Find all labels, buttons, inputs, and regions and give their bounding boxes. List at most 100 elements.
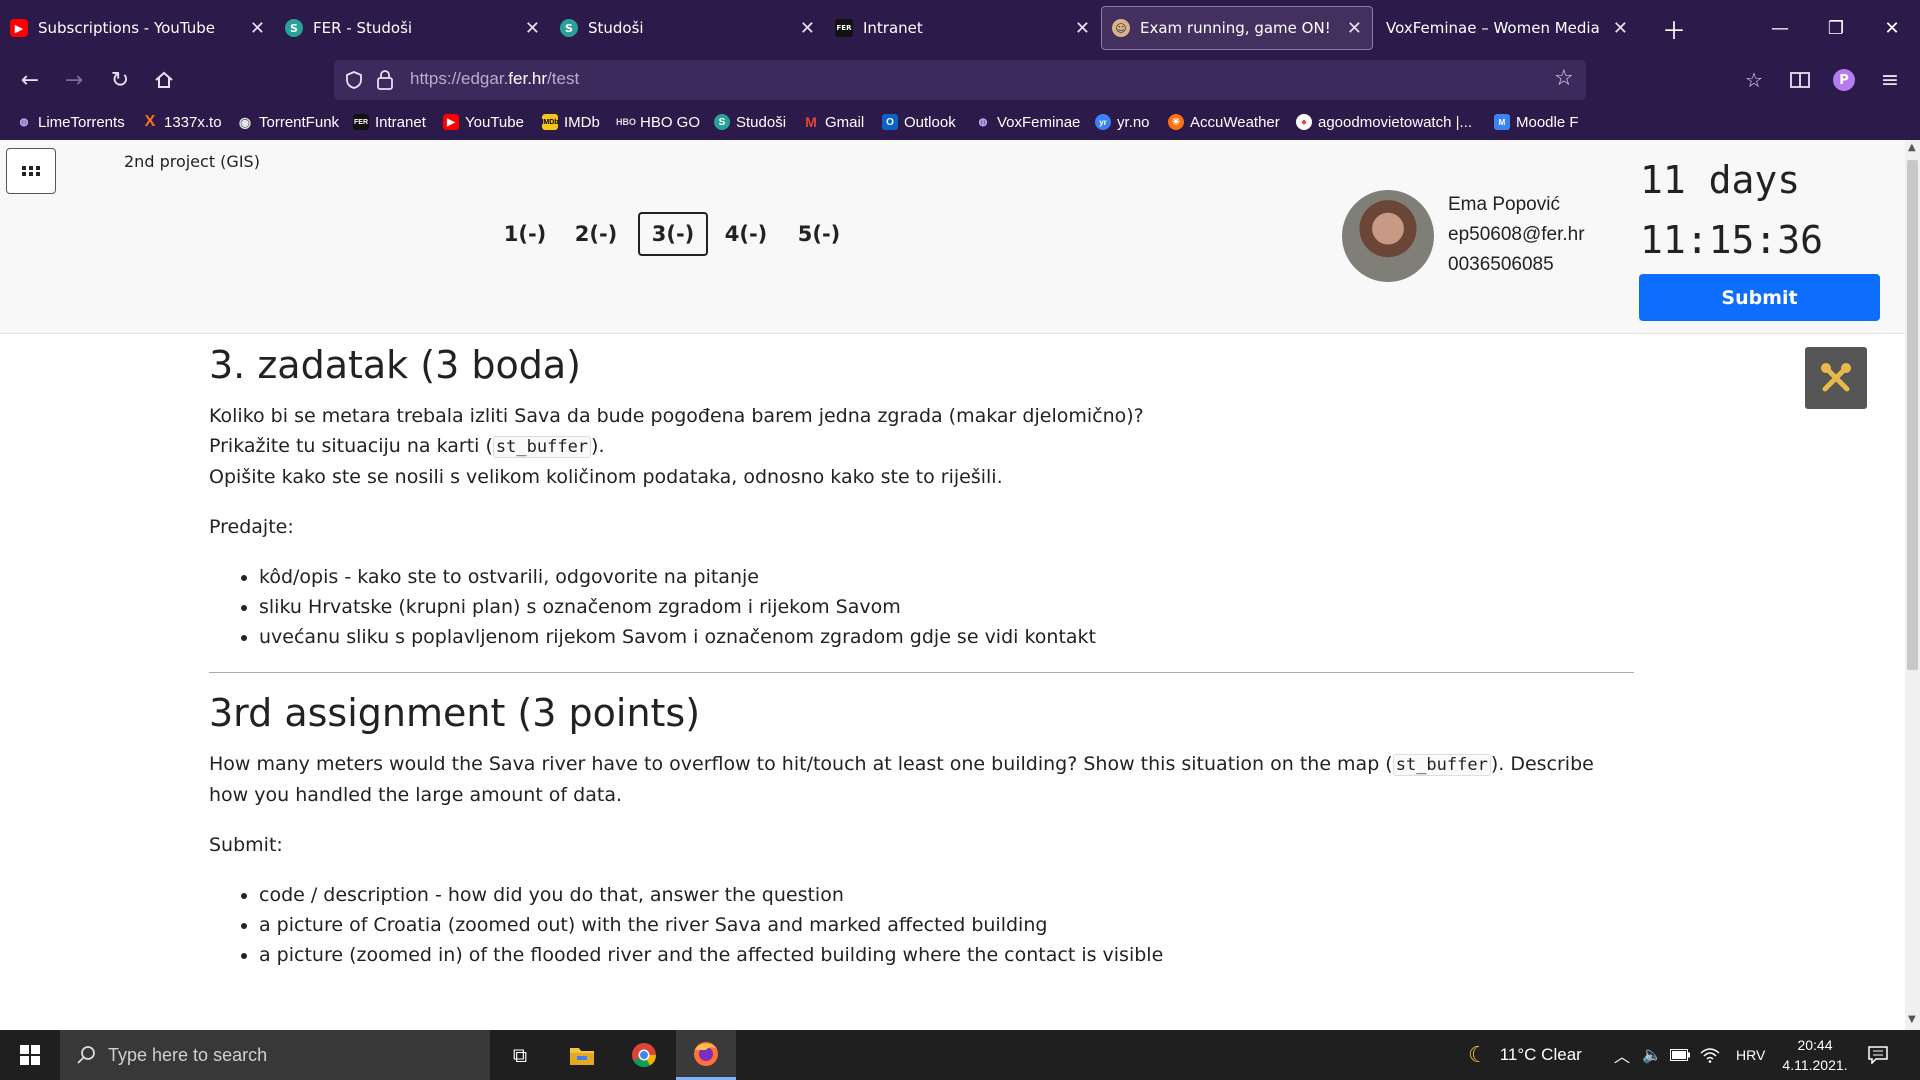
fer-icon: FER (835, 19, 853, 37)
scroll-down-icon[interactable]: ▼ (1908, 1014, 1916, 1025)
bookmark-moodle[interactable]: M Moodle F (1494, 110, 1579, 134)
question-3-button[interactable]: 3(-) (638, 212, 708, 256)
pocket-icon[interactable]: ☆ (1738, 64, 1770, 96)
question-4-button[interactable]: 4(-) (711, 212, 781, 256)
bookmark-voxfeminae[interactable]: ◍ VoxFeminae (975, 110, 1081, 134)
clock[interactable]: 20:44 4.11.2021. (1778, 1030, 1852, 1080)
gmail-icon: M (805, 114, 817, 130)
tab-title: Subscriptions - YouTube (38, 19, 215, 37)
tab-title: FER - Studoši (313, 19, 413, 37)
submit-label-en: Submit: (209, 834, 283, 856)
weather-widget[interactable]: ☾ 11°C Clear (1468, 1030, 1582, 1080)
bookmark-youtube[interactable]: ▶ YouTube (443, 110, 524, 134)
back-button[interactable]: ← (14, 64, 46, 96)
divider (209, 672, 1634, 673)
bookmark-gmail[interactable]: M Gmail (803, 110, 864, 134)
x-icon: X (144, 113, 156, 130)
apps-menu-button[interactable] (6, 148, 56, 194)
bookmark-1337x[interactable]: X 1337x.to (142, 110, 222, 134)
reload-button[interactable]: ↻ (104, 64, 136, 96)
moon-icon: ☾ (1468, 1042, 1488, 1067)
close-icon[interactable]: ✕ (525, 18, 540, 39)
task-text-hr: Koliko bi se metara trebala izliti Sava … (209, 405, 1144, 488)
question-1-button[interactable]: 1(-) (490, 212, 560, 256)
minimize-button[interactable]: — (1752, 0, 1808, 56)
search-icon (77, 1046, 95, 1064)
close-icon[interactable]: ✕ (800, 18, 815, 39)
agoodmovie-icon: ● (1296, 114, 1312, 130)
new-tab-button[interactable]: ＋ (1646, 0, 1702, 56)
list-item: code / description - how did you do that… (259, 880, 1634, 910)
studosi-icon: S (560, 19, 578, 37)
avatar (1342, 190, 1434, 282)
bookmark-outlook[interactable]: O Outlook (882, 110, 956, 134)
restore-button[interactable]: ❐ (1808, 0, 1864, 56)
chrome-icon[interactable] (614, 1030, 674, 1080)
exam-header: 2nd project (GIS) 1(-) 2(-) 3(-) 4(-) 5(… (0, 140, 1905, 334)
scroll-up-icon[interactable]: ▲ (1908, 142, 1916, 153)
question-2-button[interactable]: 2(-) (561, 212, 631, 256)
list-item: a picture (zoomed in) of the flooded riv… (259, 940, 1634, 970)
forward-button[interactable]: → (58, 64, 90, 96)
taskbar-search-box[interactable]: Type here to search (60, 1030, 490, 1080)
close-icon[interactable]: ✕ (1347, 18, 1362, 39)
tab-intranet[interactable]: FER Intranet ✕ (825, 6, 1100, 50)
tab-title: Exam running, game ON! (1140, 19, 1331, 37)
tab-title: Intranet (863, 19, 923, 37)
bookmark-yrno[interactable]: yr yr.no (1095, 110, 1150, 134)
lock-icon[interactable] (376, 69, 394, 91)
user-email: ep50608@fer.hr (1448, 224, 1585, 245)
bookmark-intranet[interactable]: FER Intranet (353, 110, 426, 134)
grid-dots-icon (22, 166, 40, 176)
close-icon[interactable]: ✕ (1613, 18, 1628, 39)
question-content: 3. zadatak (3 boda) Koliko bi se metara … (209, 333, 1634, 990)
submit-button[interactable]: Submit (1639, 274, 1880, 321)
tab-studosi[interactable]: S Studoši ✕ (550, 6, 825, 50)
close-icon[interactable]: ✕ (250, 18, 265, 39)
tab-fer-studosi[interactable]: S FER - Studoši ✕ (275, 6, 550, 50)
file-explorer-icon[interactable] (552, 1030, 612, 1080)
edgar-icon: ☺ (1112, 19, 1130, 37)
home-button[interactable] (148, 64, 180, 96)
url-text[interactable]: https://edgar.fer.hr/test (410, 69, 579, 89)
task-view-icon[interactable]: ⧉ (490, 1030, 550, 1080)
taskbar: Type here to search ⧉ ☾ 11°C Clear ︿ 🔈 H… (0, 1030, 1920, 1080)
bookmark-studosi[interactable]: S Studoši (714, 110, 786, 134)
bookmark-agoodmovietowatch[interactable]: ● agoodmovietowatch |... (1296, 110, 1472, 134)
project-title: 2nd project (GIS) (124, 152, 260, 171)
tab-exam-running[interactable]: ☺ Exam running, game ON! ✕ (1101, 6, 1373, 50)
wifi-icon[interactable] (1700, 1030, 1720, 1080)
bookmark-torrentfunk[interactable]: ◉ TorrentFunk (237, 110, 339, 134)
address-bar[interactable]: https://edgar.fer.hr/test ☆ (334, 60, 1586, 100)
show-hidden-icons[interactable]: ︿ (1614, 1030, 1630, 1080)
volume-icon[interactable]: 🔈 (1642, 1030, 1662, 1080)
bookmark-star-icon[interactable]: ☆ (1554, 66, 1574, 91)
submit-list-hr: kôd/opis - kako ste to ostvarili, odgovo… (209, 562, 1634, 652)
tools-button[interactable] (1805, 347, 1867, 409)
firefox-icon[interactable] (676, 1030, 736, 1080)
bookmark-hbo-go[interactable]: HBO HBO GO (616, 110, 700, 134)
tab-title: VoxFeminae – Women Media Inde (1386, 19, 1605, 37)
moodle-icon: M (1494, 114, 1510, 130)
start-button[interactable] (0, 1030, 60, 1080)
page-scrollbar[interactable]: ▲ ▼ (1905, 140, 1920, 1030)
bookmark-imdb[interactable]: IMDb IMDb (541, 110, 599, 134)
bookmarks-bar: ◍ LimeTorrents X 1337x.to ◉ TorrentFunk FER… (0, 104, 1920, 140)
shield-icon[interactable] (344, 70, 364, 90)
hbo-icon: HBO (616, 117, 636, 127)
tab-voxfeminae[interactable]: VoxFeminae – Women Media Inde ✕ (1376, 6, 1638, 50)
studosi-icon: S (285, 19, 303, 37)
bookmark-limetorrents[interactable]: ◍ LimeTorrents (16, 110, 125, 134)
tab-youtube[interactable]: ▶ Subscriptions - YouTube ✕ (0, 6, 275, 50)
question-5-button[interactable]: 5(-) (784, 212, 854, 256)
close-icon[interactable]: ✕ (1075, 18, 1090, 39)
bookmark-accuweather[interactable]: ☀ AccuWeather (1168, 110, 1280, 134)
close-window-button[interactable]: ✕ (1864, 0, 1920, 56)
language-indicator[interactable]: HRV (1736, 1030, 1765, 1080)
profile-avatar[interactable]: P (1828, 64, 1860, 96)
menu-icon[interactable]: ≡ (1874, 64, 1906, 96)
battery-icon[interactable] (1670, 1030, 1690, 1080)
scrollbar-thumb[interactable] (1907, 160, 1918, 670)
reader-view-icon[interactable] (1784, 64, 1816, 96)
notifications-icon[interactable] (1868, 1030, 1888, 1080)
